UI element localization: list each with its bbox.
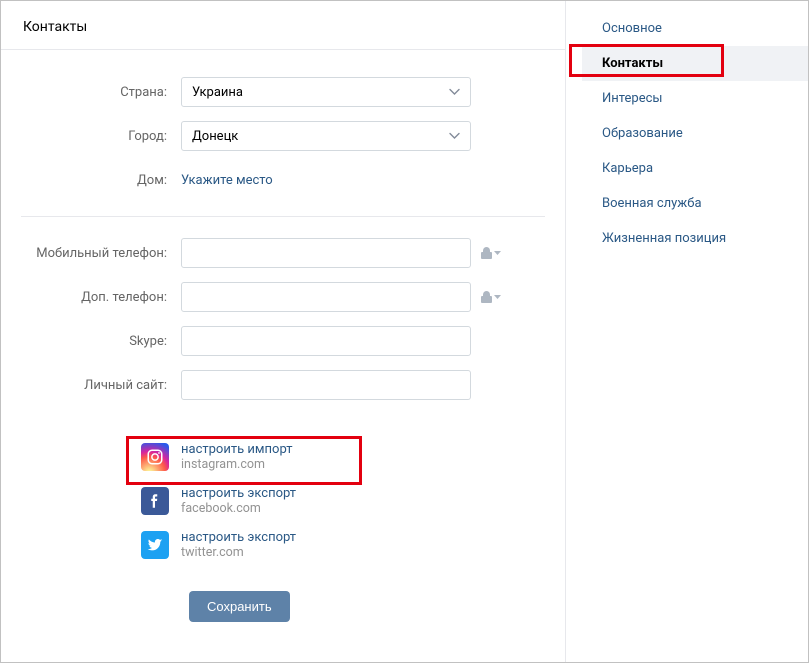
sidebar-item-interests[interactable]: Интересы [582, 81, 808, 116]
sidebar-item-military[interactable]: Военная служба [582, 186, 808, 221]
city-value: Донецк [192, 129, 238, 144]
mobile-label: Мобильный телефон: [1, 246, 181, 261]
home-link[interactable]: Укажите место [181, 173, 273, 188]
instagram-domain: instagram.com [181, 457, 292, 472]
twitter-icon [141, 531, 169, 559]
city-select[interactable]: Донецк [181, 121, 471, 151]
sidebar-item-education[interactable]: Образование [582, 116, 808, 151]
chevron-down-icon [494, 251, 501, 255]
skype-label: Skype: [1, 334, 181, 349]
extra-phone-input[interactable] [181, 282, 471, 312]
mobile-privacy-button[interactable] [471, 247, 511, 260]
column-gap [566, 1, 582, 662]
lock-icon [481, 247, 492, 260]
instagram-link[interactable]: настроить импорт [181, 442, 292, 457]
chevron-down-icon [449, 129, 460, 144]
social-row-instagram: настроить импорт instagram.com [1, 435, 565, 479]
country-select[interactable]: Украина [181, 77, 471, 107]
twitter-link[interactable]: настроить экспорт [181, 530, 296, 545]
twitter-domain: twitter.com [181, 545, 296, 560]
sidebar-item-career[interactable]: Карьера [582, 151, 808, 186]
panel-header: Контакты [1, 1, 565, 50]
sidebar-item-main[interactable]: Основное [582, 11, 808, 46]
divider [21, 216, 545, 217]
site-input[interactable] [181, 370, 471, 400]
city-label: Город: [1, 129, 181, 144]
mobile-input[interactable] [181, 238, 471, 268]
save-button[interactable]: Сохранить [189, 591, 290, 622]
facebook-icon [141, 487, 169, 515]
site-label: Личный сайт: [1, 378, 181, 393]
chevron-down-icon [449, 85, 460, 100]
extra-phone-privacy-button[interactable] [471, 291, 511, 304]
social-row-facebook: настроить экспорт facebook.com [1, 479, 565, 523]
settings-sidebar: Основное Контакты Интересы Образование К… [582, 1, 808, 662]
social-row-twitter: настроить экспорт twitter.com [1, 523, 565, 567]
lock-icon [481, 291, 492, 304]
instagram-icon [141, 443, 169, 471]
page-title: Контакты [23, 19, 545, 35]
facebook-domain: facebook.com [181, 501, 296, 516]
skype-input[interactable] [181, 326, 471, 356]
home-label: Дом: [1, 173, 181, 188]
extra-phone-label: Доп. телефон: [1, 290, 181, 305]
settings-main-panel: Контакты Страна: Украина Город: [1, 1, 566, 662]
sidebar-item-contacts[interactable]: Контакты [582, 46, 808, 81]
country-label: Страна: [1, 85, 181, 100]
facebook-link[interactable]: настроить экспорт [181, 486, 296, 501]
country-value: Украина [192, 85, 243, 100]
chevron-down-icon [494, 295, 501, 299]
sidebar-item-life[interactable]: Жизненная позиция [582, 221, 808, 256]
